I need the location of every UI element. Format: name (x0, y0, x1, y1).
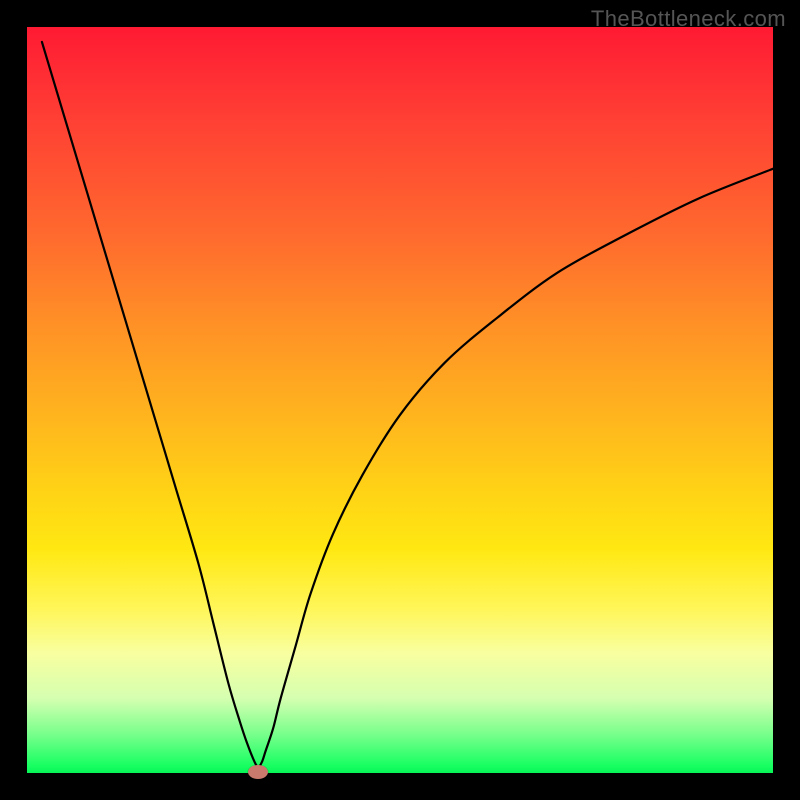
line-chart (27, 27, 773, 773)
watermark-text: TheBottleneck.com (591, 6, 786, 32)
chart-marker-dot (248, 765, 268, 779)
chart-curve (42, 42, 773, 767)
chart-frame: TheBottleneck.com (0, 0, 800, 800)
plot-area (27, 27, 773, 773)
